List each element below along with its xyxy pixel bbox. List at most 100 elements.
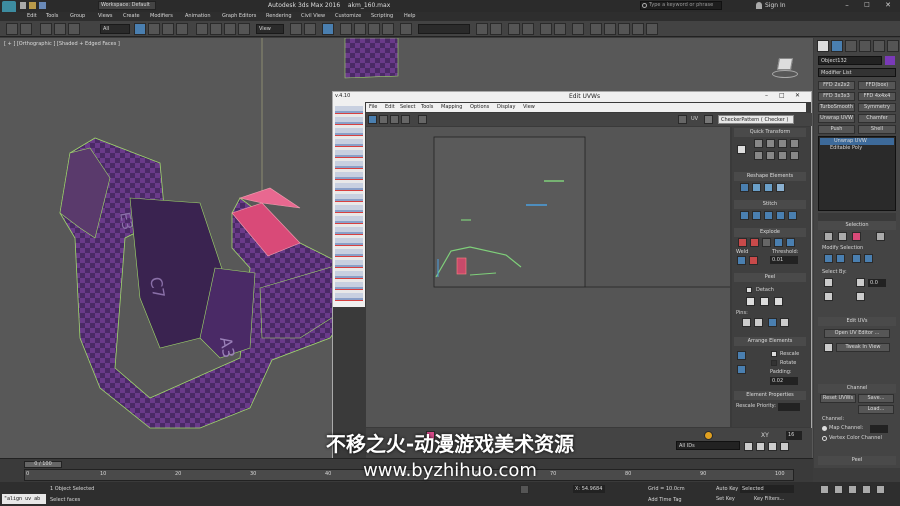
stitch-2-icon[interactable] <box>752 211 761 220</box>
qt-icon-4[interactable] <box>790 139 799 148</box>
channel-header[interactable]: Channel <box>818 384 896 393</box>
render-cloud-icon[interactable] <box>632 23 644 35</box>
nav-pan-icon[interactable] <box>820 485 829 494</box>
menu-tools[interactable]: Tools <box>46 13 58 19</box>
unlink-icon[interactable] <box>54 23 66 35</box>
create-tab-icon[interactable] <box>817 40 829 52</box>
vertex-mode-icon[interactable] <box>824 232 833 241</box>
menu-edit[interactable]: Edit <box>27 13 37 19</box>
menu-create[interactable]: Create <box>123 13 140 19</box>
qt-icon-8[interactable] <box>790 151 799 160</box>
turbosmooth-button[interactable]: TurboSmooth <box>818 103 855 112</box>
uv-ids-dropdown[interactable]: All IDs <box>676 441 740 450</box>
select-by-3-icon[interactable] <box>824 292 833 301</box>
arrange-1-icon[interactable] <box>737 351 746 360</box>
layer-icon[interactable] <box>508 23 520 35</box>
uv-coin-icon[interactable] <box>704 431 713 440</box>
stack-item-poly[interactable]: Editable Poly <box>820 145 894 152</box>
loop-icon[interactable] <box>852 254 861 263</box>
edit-uvs-header[interactable]: Edit UVs <box>818 317 896 326</box>
ffd-box-button[interactable]: FFD(box) <box>858 81 896 90</box>
menu-animation[interactable]: Animation <box>185 13 211 19</box>
chamfer-button[interactable]: Chamfer <box>858 114 896 123</box>
scale-icon[interactable] <box>224 23 236 35</box>
rendered-frame-icon[interactable] <box>604 23 616 35</box>
save-uvws-button[interactable]: Save... <box>858 394 894 403</box>
arrange-header[interactable]: Arrange Elements <box>734 337 806 346</box>
load-uvws-button[interactable]: Load... <box>858 405 894 414</box>
nav-maximize-icon[interactable] <box>876 485 885 494</box>
element-properties-header[interactable]: Element Properties <box>734 391 806 400</box>
stitch-4-icon[interactable] <box>776 211 785 220</box>
threshold-spinner[interactable]: 0.01 <box>770 256 798 264</box>
weld-2-icon[interactable] <box>749 256 758 265</box>
close-button[interactable]: ✕ <box>878 1 898 10</box>
stitch-header[interactable]: Stitch <box>734 200 806 209</box>
pin-2-icon[interactable] <box>754 318 763 327</box>
explode-2-icon[interactable] <box>750 238 759 247</box>
reshape-header[interactable]: Reshape Elements <box>734 172 806 181</box>
arrange-2-icon[interactable] <box>737 365 746 374</box>
tweak-icon[interactable] <box>824 343 833 352</box>
pivot-icon[interactable] <box>290 23 302 35</box>
rescale-checkbox[interactable] <box>771 351 777 357</box>
menu-help[interactable]: Help <box>404 13 415 19</box>
display-tab-icon[interactable] <box>873 40 885 52</box>
workspace-dropdown[interactable]: Workspace: Default <box>98 1 156 10</box>
pin-1-icon[interactable] <box>742 318 751 327</box>
save-icon[interactable] <box>39 2 46 9</box>
time-slider[interactable]: 0 / 100 <box>24 461 62 468</box>
explode-5-icon[interactable] <box>786 238 795 247</box>
qt-icon-2[interactable] <box>766 139 775 148</box>
select-object-icon[interactable] <box>134 23 146 35</box>
uv-minimize-button[interactable]: – <box>765 92 768 99</box>
face-mode-icon[interactable] <box>852 232 861 241</box>
set-key-button[interactable]: Set Key <box>716 496 735 502</box>
open-icon[interactable] <box>29 2 36 9</box>
edge-mode-icon[interactable] <box>838 232 847 241</box>
manipulate-icon[interactable] <box>304 23 316 35</box>
schematic-view-icon[interactable] <box>554 23 566 35</box>
ffd-2x2x2-button[interactable]: FFD 2x2x2 <box>818 81 855 90</box>
rect-region-icon[interactable] <box>162 23 174 35</box>
menu-graph-editors[interactable]: Graph Editors <box>222 13 256 19</box>
key-filters-button[interactable]: Key Filters... <box>754 496 784 502</box>
push-button[interactable]: Push <box>818 125 855 134</box>
search-icon[interactable] <box>642 3 647 8</box>
explode-header[interactable]: Explode <box>734 228 806 237</box>
utilities-tab-icon[interactable] <box>887 40 899 52</box>
ribbon-icon[interactable] <box>522 23 534 35</box>
explode-3-icon[interactable] <box>762 238 771 247</box>
qt-icon-7[interactable] <box>778 151 787 160</box>
modify-tab-icon[interactable] <box>831 40 843 52</box>
qt-icon-1[interactable] <box>754 139 763 148</box>
peel-3-icon[interactable] <box>774 297 783 306</box>
uv-maximize-button[interactable]: □ <box>779 92 785 99</box>
relax-plus-icon[interactable] <box>776 183 785 192</box>
uv-hand-icon[interactable] <box>744 442 753 451</box>
shrink-icon[interactable] <box>836 254 845 263</box>
move-icon[interactable] <box>196 23 208 35</box>
auto-key-button[interactable]: Auto Key <box>716 486 738 492</box>
vertex-color-radio[interactable] <box>822 436 827 441</box>
x-coord-field[interactable]: X: 54.9684 <box>573 485 605 493</box>
rotate-checkbox[interactable] <box>771 360 777 366</box>
grow-icon[interactable] <box>824 254 833 263</box>
peel-2-icon[interactable] <box>760 297 769 306</box>
render-setup-icon[interactable] <box>590 23 602 35</box>
redo-icon[interactable] <box>20 23 32 35</box>
uv-close-button[interactable]: ✕ <box>795 92 800 99</box>
uv-menu-file[interactable]: File <box>369 104 377 110</box>
place-icon[interactable] <box>238 23 250 35</box>
pin-4-icon[interactable] <box>780 318 789 327</box>
sign-in-link[interactable]: Sign In <box>765 2 786 9</box>
ffd-4x4x4-button[interactable]: FFD 4x4x4 <box>858 92 896 101</box>
uv-scale-icon[interactable] <box>390 115 399 124</box>
select-by-4-icon[interactable] <box>856 292 865 301</box>
menu-group[interactable]: Group <box>70 13 85 19</box>
uv-menu-options[interactable]: Options <box>470 104 489 110</box>
select-by-1-icon[interactable] <box>824 278 833 287</box>
nav-orbit-icon[interactable] <box>834 485 843 494</box>
selection-header[interactable]: Selection <box>818 221 896 230</box>
window-crossing-icon[interactable] <box>176 23 188 35</box>
